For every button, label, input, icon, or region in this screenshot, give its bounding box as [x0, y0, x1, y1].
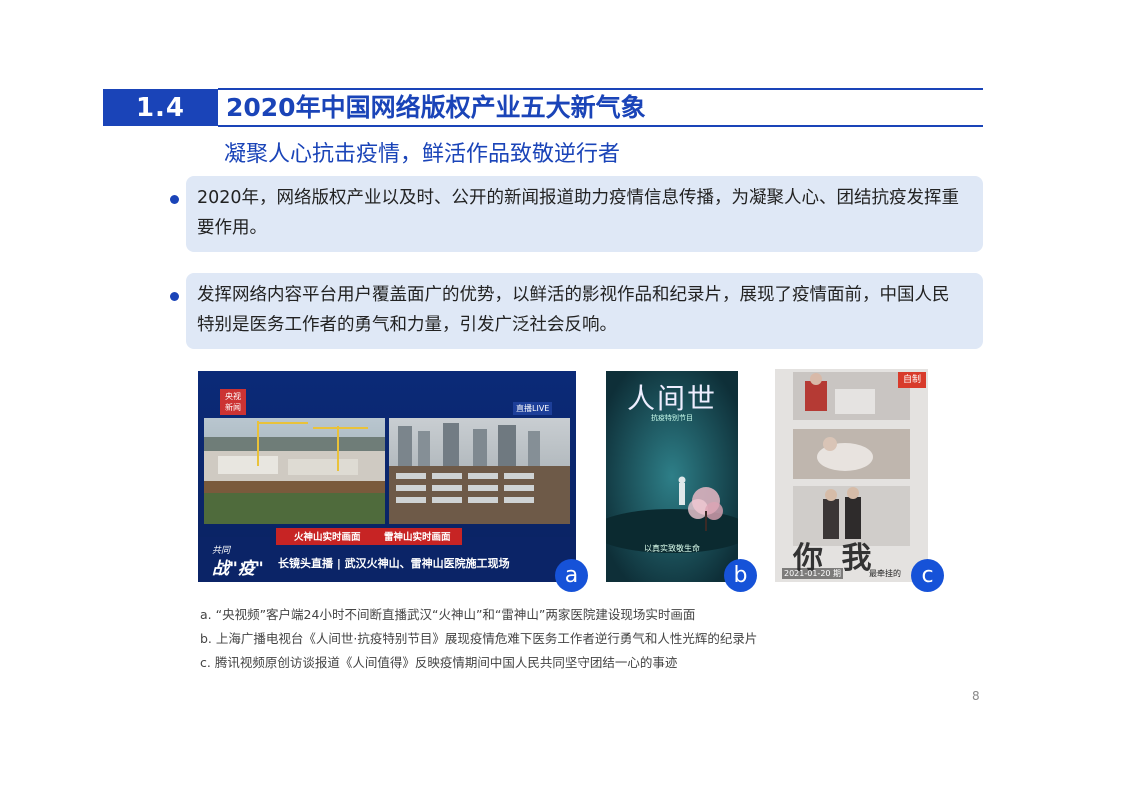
- poster-title: 人间世: [626, 382, 717, 415]
- image-b-poster: 人间世 抗疫特别节目 以真实致敬生命: [606, 371, 738, 582]
- image-a-live-broadcast: 央视 新闻 直播LIVE 火神山实时画面 雷神山实时画面 共同 战"疫" 长镜头…: [198, 371, 576, 582]
- cctv-news-logo: 央视 新闻: [220, 389, 246, 415]
- page-title: 2020年中国网络版权产业五大新气象: [226, 93, 646, 122]
- page-subtitle: 凝聚人心抗击疫情，鲜活作品致敬逆行者: [224, 142, 621, 167]
- bullet-text-2: 发挥网络内容平台用户覆盖面广的优势，以鲜活的影视作品和纪录片，展现了疫情面前，中…: [197, 280, 977, 340]
- broadcast-banner: 长镜头直播 | 武汉火神山、雷神山医院施工现场: [278, 557, 510, 570]
- section-number: 1.4: [103, 89, 218, 126]
- live-tag: 直播LIVE: [513, 402, 553, 415]
- badge-c: c: [911, 559, 944, 592]
- bullet-text-1: 2020年，网络版权产业以及时、公开的新闻报道助力疫情信息传播，为凝聚人心、团结…: [197, 183, 977, 243]
- caption-b: b. 上海广播电视台《人间世·抗疫特别节目》展现疫情危难下医务工作者逆行勇气和人…: [200, 631, 758, 646]
- bullet-2-line-1: 发挥网络内容平台用户覆盖面广的优势，以鲜活的影视作品和纪录片，展现了疫情面前，中…: [197, 285, 950, 305]
- poster-tagline: 以真实致敬生命: [644, 544, 700, 553]
- badge-a: a: [555, 559, 588, 592]
- bullet-1-line-2: 要作用。: [197, 218, 267, 238]
- logo-bottom-text: 新闻: [225, 403, 241, 412]
- caption-c: c. 腾讯视频原创访谈报道《人间值得》反映疫情期间中国人民共同坚守团结一心的事迹: [200, 655, 678, 670]
- label-huoshenshan: 火神山实时画面: [294, 532, 361, 543]
- image-c-collage: 自制 你 我 2021-01-20 期 最牵挂的: [775, 369, 928, 582]
- collage-side-text: 最牵挂的: [869, 569, 901, 578]
- logo-top-text: 央视: [225, 392, 241, 401]
- bullet-dot-icon: [170, 292, 179, 301]
- bullet-dot-icon: [170, 195, 179, 204]
- collage-date: 2021-01-20 期: [782, 568, 844, 579]
- label-leishenshan: 雷神山实时画面: [384, 532, 451, 543]
- badge-b: b: [724, 559, 757, 592]
- bullet-1-line-1: 2020年，网络版权产业以及时、公开的新闻报道助力疫情信息传播，为凝聚人心、团结…: [197, 188, 960, 208]
- caption-a: a. “央视频”客户端24小时不间断直播武汉“火神山”和“雷神山”两家医院建设现…: [200, 607, 696, 622]
- page-number: 8: [972, 689, 980, 703]
- poster-subtitle: 抗疫特别节目: [651, 414, 693, 422]
- self-made-tag: 自制: [898, 372, 926, 388]
- slogan-big: 战"疫": [212, 559, 264, 579]
- bullet-2-line-2: 特别是医务工作者的勇气和力量，引发广泛社会反响。: [197, 315, 617, 335]
